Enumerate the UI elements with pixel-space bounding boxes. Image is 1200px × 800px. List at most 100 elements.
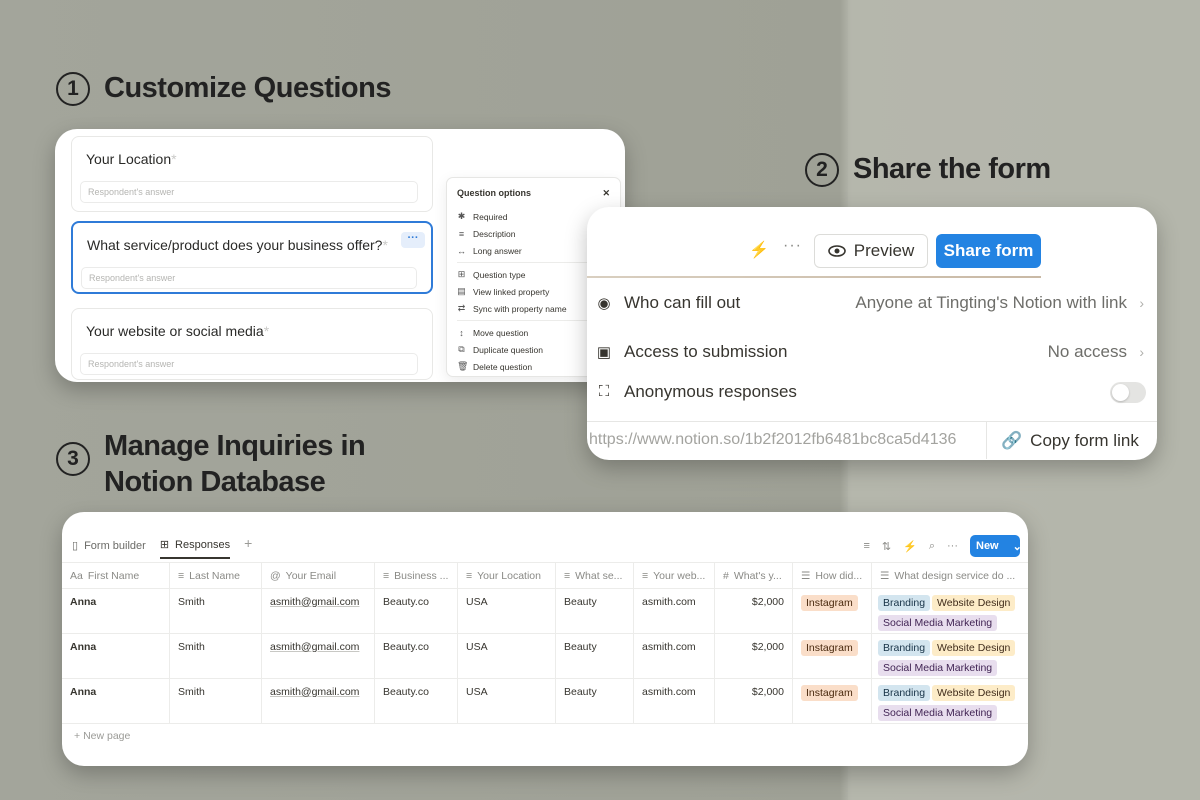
text-lines-icon: ≡ xyxy=(642,569,649,582)
cell-source[interactable]: Instagram xyxy=(793,679,872,723)
tab-form-builder[interactable]: ▯ Form builder xyxy=(72,538,146,559)
option-label: Long answer xyxy=(473,245,522,256)
cell-first-name[interactable]: Anna xyxy=(62,679,170,723)
cell-website[interactable]: asmith.com xyxy=(634,634,715,678)
link-icon: 🔗 xyxy=(1001,430,1023,450)
cell-business[interactable]: Beauty.co xyxy=(375,634,458,678)
form-url-field[interactable]: https://www.notion.so/1b2f2012fb6481bc8c… xyxy=(589,431,983,449)
anonymous-toggle[interactable] xyxy=(1110,381,1146,403)
view-tabs: ▯ Form builder ⊞ Responses + xyxy=(72,535,252,559)
access-to-submission-row[interactable]: ▣ Access to submission No access › xyxy=(587,331,1157,373)
column-header[interactable]: Aa First Name xyxy=(62,563,170,588)
chevron-right-icon: › xyxy=(1139,295,1144,311)
column-label: Your Email xyxy=(285,569,337,582)
tab-label: Form builder xyxy=(84,539,146,552)
more-icon[interactable]: ··· xyxy=(947,540,958,552)
cell-email[interactable]: asmith@gmail.com xyxy=(262,634,375,678)
cell-business[interactable]: Beauty.co xyxy=(375,589,458,633)
new-page-button[interactable]: + New page xyxy=(74,730,130,742)
expand-arrows-icon: ↔ xyxy=(457,245,466,256)
cell-location[interactable]: USA xyxy=(458,589,556,633)
cell-service[interactable]: Beauty xyxy=(556,679,634,723)
column-label: First Name xyxy=(87,569,140,582)
close-icon[interactable]: ✕ xyxy=(602,188,610,199)
cell-budget[interactable]: $2,000 xyxy=(715,634,793,678)
tag: Instagram xyxy=(801,595,858,611)
cell-source[interactable]: Instagram xyxy=(793,589,872,633)
tab-responses[interactable]: ⊞ Responses xyxy=(159,538,231,559)
column-header[interactable]: ☰ How did... xyxy=(793,563,872,588)
cell-first-name[interactable]: Anna xyxy=(62,589,170,633)
asterisk-icon: ✱ xyxy=(457,211,466,221)
section-title-3-line1: Manage Inquiries in xyxy=(104,430,366,462)
filter-icon[interactable]: ≡ xyxy=(863,540,869,552)
cell-source[interactable]: Instagram xyxy=(793,634,872,678)
column-header[interactable]: ≡ What se... xyxy=(556,563,634,588)
cell-email[interactable]: asmith@gmail.com xyxy=(262,679,375,723)
sort-icon[interactable]: ⇅ xyxy=(882,540,891,553)
lightning-icon[interactable]: ⚡ xyxy=(903,540,917,553)
text-lines-icon: ≡ xyxy=(383,569,390,582)
answer-input[interactable]: Respondent's answer xyxy=(80,353,418,375)
cell-service[interactable]: Beauty xyxy=(556,589,634,633)
cell-website[interactable]: asmith.com xyxy=(634,679,715,723)
column-label: Business ... xyxy=(394,569,449,582)
option-label: Required xyxy=(473,211,508,222)
column-header[interactable]: ≡ Your Location xyxy=(458,563,556,588)
column-header[interactable]: @ Your Email xyxy=(262,563,375,588)
option-label: View linked property xyxy=(473,286,550,297)
column-header[interactable]: ≡ Your web... xyxy=(634,563,715,588)
cell-email[interactable]: asmith@gmail.com xyxy=(262,589,375,633)
anonymous-responses-row: ⛶ Anonymous responses xyxy=(587,371,1157,413)
required-mark: * xyxy=(171,151,177,167)
more-options-icon[interactable]: ··· xyxy=(401,232,425,248)
question-title: What service/product does your business … xyxy=(87,237,383,253)
section-heading-2: 2 Share the form xyxy=(805,151,1051,187)
cell-location[interactable]: USA xyxy=(458,679,556,723)
section-title-3: Manage Inquiries in Notion Database xyxy=(104,428,366,500)
cell-business[interactable]: Beauty.co xyxy=(375,679,458,723)
preview-button[interactable]: Preview xyxy=(814,234,928,268)
add-view-icon[interactable]: + xyxy=(244,535,252,559)
table-row[interactable]: Anna Smith asmith@gmail.com Beauty.co US… xyxy=(62,589,1028,634)
answer-input[interactable]: Respondent's answer xyxy=(80,181,418,203)
list-icon: ☰ xyxy=(880,569,890,582)
at-sign-icon: @ xyxy=(270,569,281,582)
column-label: Your Location xyxy=(477,569,541,582)
row-label: Access to submission xyxy=(624,342,788,361)
cell-design-services[interactable]: Branding Website Design Social Media Marke… xyxy=(872,679,1028,723)
cell-website[interactable]: asmith.com xyxy=(634,589,715,633)
question-block-service[interactable]: What service/product does your business … xyxy=(71,221,433,294)
question-block-website[interactable]: Your website or social media* Respondent… xyxy=(71,308,433,380)
share-form-button[interactable]: Share form xyxy=(936,234,1041,268)
anonymous-user-icon: ⛶ xyxy=(598,383,610,400)
cell-last-name[interactable]: Smith xyxy=(170,634,262,678)
copy-form-link-button[interactable]: 🔗 Copy form link xyxy=(986,422,1157,459)
cell-first-name[interactable]: Anna xyxy=(62,634,170,678)
search-icon[interactable]: ⌕ xyxy=(929,540,935,553)
cell-service[interactable]: Beauty xyxy=(556,634,634,678)
answer-input[interactable]: Respondent's answer xyxy=(81,267,417,289)
cell-location[interactable]: USA xyxy=(458,634,556,678)
column-header[interactable]: ≡ Business ... xyxy=(375,563,458,588)
cell-budget[interactable]: $2,000 xyxy=(715,589,793,633)
hash-icon: # xyxy=(723,569,729,582)
more-icon[interactable]: ··· xyxy=(783,237,802,255)
cell-last-name[interactable]: Smith xyxy=(170,589,262,633)
table-row[interactable]: Anna Smith asmith@gmail.com Beauty.co US… xyxy=(62,634,1028,679)
new-page-label: New page xyxy=(83,730,131,742)
question-block-location[interactable]: Your Location* Respondent's answer xyxy=(71,136,433,212)
who-can-fill-out-row[interactable]: ◉ Who can fill out Anyone at Tingting's … xyxy=(587,282,1157,324)
cell-budget[interactable]: $2,000 xyxy=(715,679,793,723)
table-row[interactable]: Anna Smith asmith@gmail.com Beauty.co US… xyxy=(62,679,1028,724)
new-button[interactable]: New ⌄ xyxy=(970,535,1022,557)
text-lines-icon: ≡ xyxy=(466,569,473,582)
cell-design-services[interactable]: Branding Website Design Social Media Marke… xyxy=(872,634,1028,678)
column-header[interactable]: ≡ Last Name xyxy=(170,563,262,588)
lightning-icon[interactable]: ⚡ xyxy=(749,240,769,260)
column-header[interactable]: # What's y... xyxy=(715,563,793,588)
lock-document-icon: ▣ xyxy=(596,344,612,361)
column-header[interactable]: ☰ What design service do ... xyxy=(872,563,1028,588)
cell-design-services[interactable]: Branding Website Design Social Media Marke… xyxy=(872,589,1028,633)
cell-last-name[interactable]: Smith xyxy=(170,679,262,723)
